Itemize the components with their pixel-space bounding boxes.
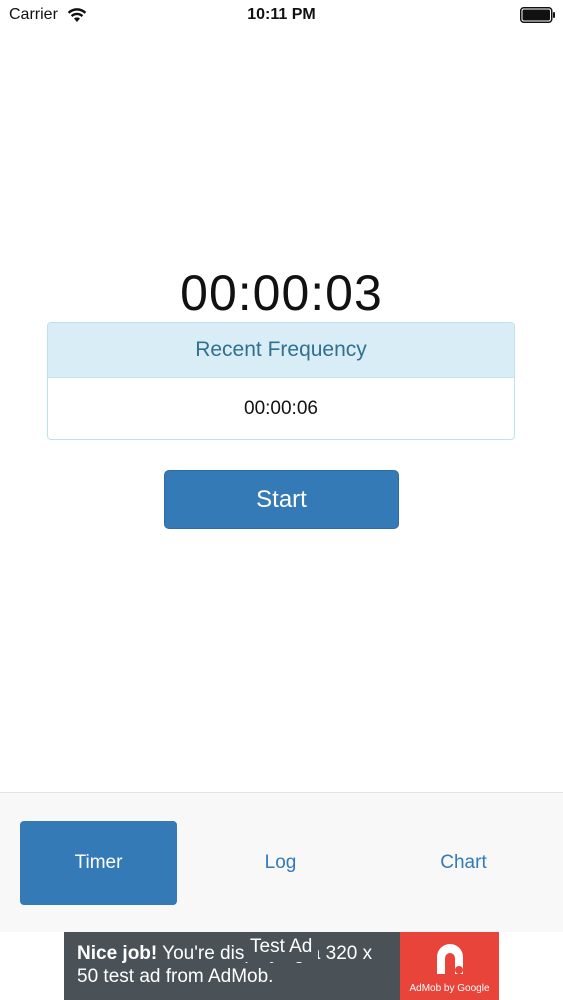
status-time: 10:11 PM xyxy=(247,6,316,23)
elapsed-timer: 00:00:03 xyxy=(180,265,383,321)
bottom-tab-bar: Timer Log Chart xyxy=(0,792,563,932)
ad-headline: Nice job! xyxy=(77,943,158,964)
admob-caption: AdMob by Google xyxy=(409,983,490,994)
admob-icon xyxy=(437,944,463,974)
tab-log[interactable]: Log xyxy=(202,821,359,905)
battery-icon xyxy=(520,7,555,23)
ad-text: Nice job! You're displaying a 320 x 50 t… xyxy=(77,942,397,988)
recent-frequency-panel: Recent Frequency 00:00:06 xyxy=(47,322,515,440)
ad-banner[interactable]: Nice job! You're displaying a 320 x 50 t… xyxy=(64,932,499,1000)
status-bar: Carrier 10:11 PM xyxy=(0,0,563,30)
tab-chart[interactable]: Chart xyxy=(385,821,542,905)
recent-frequency-value: 00:00:06 xyxy=(244,398,318,419)
tab-timer[interactable]: Timer xyxy=(20,821,177,905)
recent-frequency-title: Recent Frequency xyxy=(48,323,514,378)
start-button[interactable]: Start xyxy=(164,470,399,529)
test-ad-label: Test Ad xyxy=(244,932,319,962)
admob-logo: AdMob by Google xyxy=(400,932,499,1000)
